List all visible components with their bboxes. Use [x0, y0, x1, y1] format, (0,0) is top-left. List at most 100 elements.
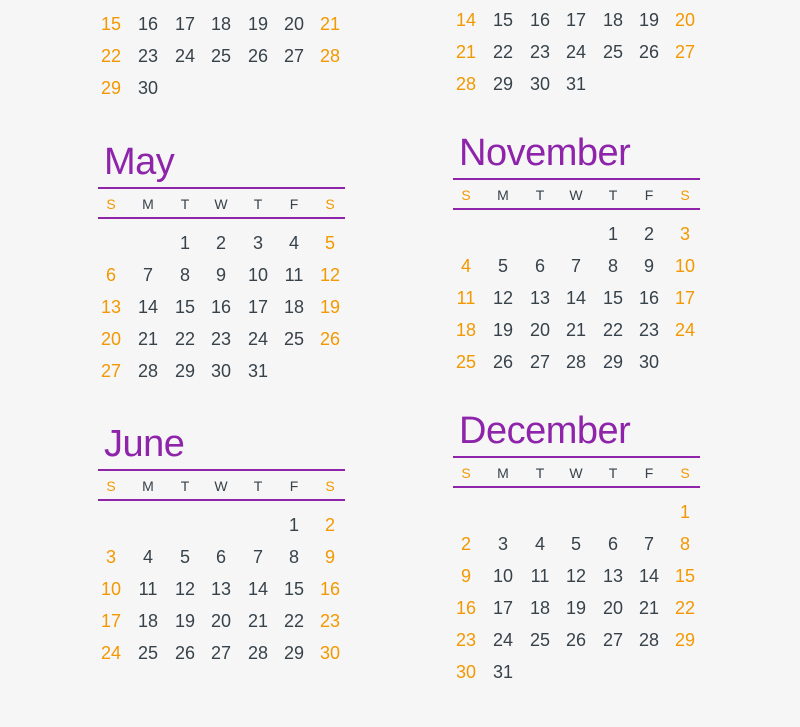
day-cell[interactable]: 7: [631, 535, 667, 553]
day-cell[interactable]: 30: [130, 79, 166, 97]
day-cell[interactable]: 27: [276, 47, 312, 65]
day-cell[interactable]: 24: [167, 47, 203, 65]
day-cell[interactable]: 30: [631, 353, 667, 371]
day-cell[interactable]: 15: [595, 289, 631, 307]
day-cell[interactable]: 5: [485, 257, 521, 275]
day-cell[interactable]: 15: [276, 580, 312, 598]
day-cell[interactable]: 21: [312, 15, 348, 33]
day-cell[interactable]: 13: [93, 298, 129, 316]
day-cell[interactable]: 8: [167, 266, 203, 284]
day-cell[interactable]: 10: [93, 580, 129, 598]
day-cell[interactable]: 18: [203, 15, 239, 33]
day-cell[interactable]: 26: [485, 353, 521, 371]
day-cell[interactable]: 9: [631, 257, 667, 275]
day-cell[interactable]: 15: [167, 298, 203, 316]
day-cell[interactable]: 17: [485, 599, 521, 617]
day-cell[interactable]: 25: [130, 644, 166, 662]
day-cell[interactable]: 18: [595, 11, 631, 29]
day-cell[interactable]: 13: [203, 580, 239, 598]
day-cell[interactable]: 30: [312, 644, 348, 662]
day-cell[interactable]: 25: [595, 43, 631, 61]
day-cell[interactable]: 16: [448, 599, 484, 617]
day-cell[interactable]: 31: [485, 663, 521, 681]
day-cell[interactable]: 1: [595, 225, 631, 243]
day-cell[interactable]: 30: [203, 362, 239, 380]
day-cell[interactable]: 29: [93, 79, 129, 97]
day-cell[interactable]: 28: [312, 47, 348, 65]
day-cell[interactable]: 28: [558, 353, 594, 371]
day-cell[interactable]: 25: [203, 47, 239, 65]
day-cell[interactable]: 20: [667, 11, 703, 29]
day-cell[interactable]: 17: [240, 298, 276, 316]
day-cell[interactable]: 27: [667, 43, 703, 61]
day-cell[interactable]: 11: [130, 580, 166, 598]
day-cell[interactable]: 26: [240, 47, 276, 65]
day-cell[interactable]: 17: [667, 289, 703, 307]
day-cell[interactable]: 5: [558, 535, 594, 553]
day-cell[interactable]: 14: [631, 567, 667, 585]
day-cell[interactable]: 31: [558, 75, 594, 93]
day-cell[interactable]: 20: [595, 599, 631, 617]
day-cell[interactable]: 14: [448, 11, 484, 29]
day-cell[interactable]: 2: [203, 234, 239, 252]
day-cell[interactable]: 28: [448, 75, 484, 93]
day-cell[interactable]: 20: [276, 15, 312, 33]
day-cell[interactable]: 21: [448, 43, 484, 61]
day-cell[interactable]: 10: [667, 257, 703, 275]
day-cell[interactable]: 24: [93, 644, 129, 662]
day-cell[interactable]: 30: [522, 75, 558, 93]
day-cell[interactable]: 23: [203, 330, 239, 348]
day-cell[interactable]: 31: [240, 362, 276, 380]
day-cell[interactable]: 26: [558, 631, 594, 649]
day-cell[interactable]: 19: [631, 11, 667, 29]
day-cell[interactable]: 16: [631, 289, 667, 307]
day-cell[interactable]: 14: [240, 580, 276, 598]
day-cell[interactable]: 1: [276, 516, 312, 534]
day-cell[interactable]: 23: [312, 612, 348, 630]
day-cell[interactable]: 9: [203, 266, 239, 284]
day-cell[interactable]: 16: [312, 580, 348, 598]
day-cell[interactable]: 26: [631, 43, 667, 61]
day-cell[interactable]: 22: [93, 47, 129, 65]
day-cell[interactable]: 19: [312, 298, 348, 316]
day-cell[interactable]: 9: [312, 548, 348, 566]
day-cell[interactable]: 29: [485, 75, 521, 93]
day-cell[interactable]: 22: [667, 599, 703, 617]
day-cell[interactable]: 20: [522, 321, 558, 339]
day-cell[interactable]: 14: [558, 289, 594, 307]
day-cell[interactable]: 27: [203, 644, 239, 662]
day-cell[interactable]: 15: [667, 567, 703, 585]
day-cell[interactable]: 21: [240, 612, 276, 630]
day-cell[interactable]: 6: [93, 266, 129, 284]
day-cell[interactable]: 25: [522, 631, 558, 649]
day-cell[interactable]: 12: [312, 266, 348, 284]
day-cell[interactable]: 14: [130, 298, 166, 316]
day-cell[interactable]: 4: [130, 548, 166, 566]
day-cell[interactable]: 13: [595, 567, 631, 585]
day-cell[interactable]: 6: [203, 548, 239, 566]
day-cell[interactable]: 6: [595, 535, 631, 553]
day-cell[interactable]: 17: [93, 612, 129, 630]
day-cell[interactable]: 19: [240, 15, 276, 33]
day-cell[interactable]: 6: [522, 257, 558, 275]
day-cell[interactable]: 29: [595, 353, 631, 371]
day-cell[interactable]: 23: [631, 321, 667, 339]
day-cell[interactable]: 11: [276, 266, 312, 284]
day-cell[interactable]: 4: [448, 257, 484, 275]
day-cell[interactable]: 26: [312, 330, 348, 348]
day-cell[interactable]: 4: [522, 535, 558, 553]
day-cell[interactable]: 27: [93, 362, 129, 380]
day-cell[interactable]: 1: [667, 503, 703, 521]
day-cell[interactable]: 29: [167, 362, 203, 380]
day-cell[interactable]: 25: [448, 353, 484, 371]
day-cell[interactable]: 25: [276, 330, 312, 348]
day-cell[interactable]: 12: [167, 580, 203, 598]
day-cell[interactable]: 3: [240, 234, 276, 252]
day-cell[interactable]: 27: [522, 353, 558, 371]
day-cell[interactable]: 3: [667, 225, 703, 243]
day-cell[interactable]: 2: [312, 516, 348, 534]
day-cell[interactable]: 28: [130, 362, 166, 380]
day-cell[interactable]: 16: [203, 298, 239, 316]
day-cell[interactable]: 3: [485, 535, 521, 553]
day-cell[interactable]: 23: [130, 47, 166, 65]
